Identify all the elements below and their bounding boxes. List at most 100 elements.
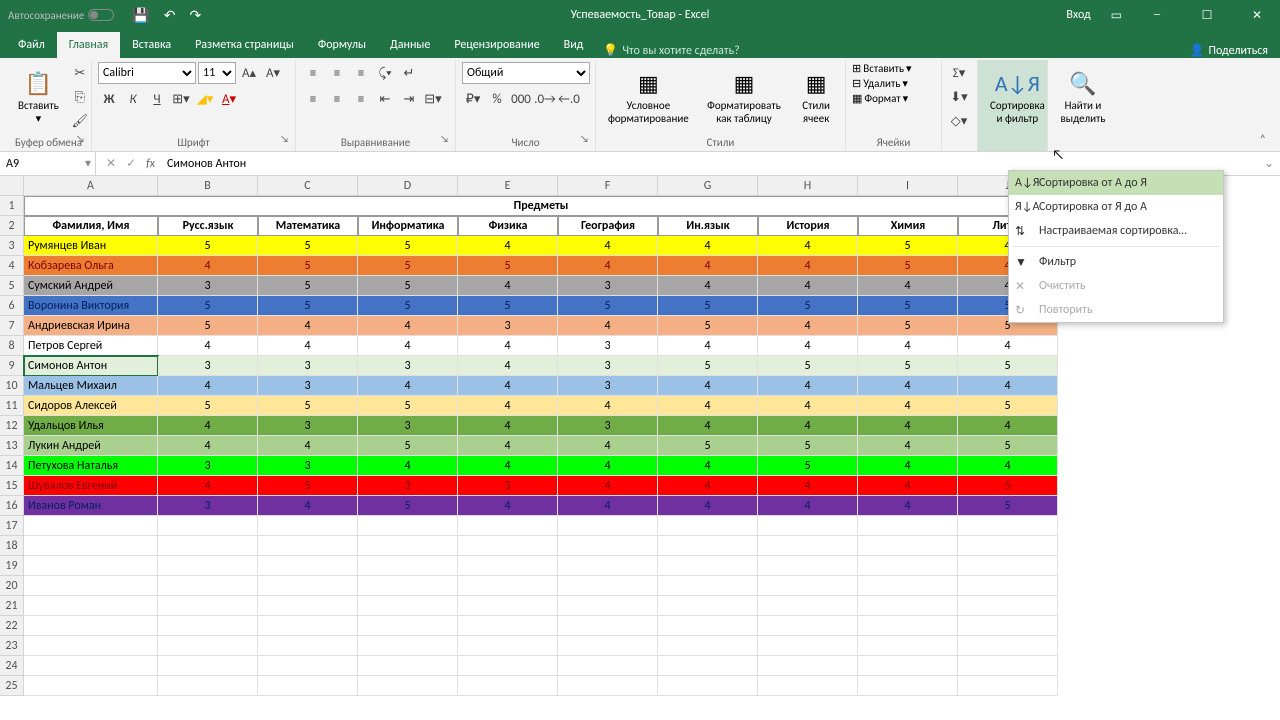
cell[interactable]: Кобзарева Ольга	[24, 256, 158, 276]
border-button[interactable]: ⊞▾	[170, 88, 192, 110]
row-header[interactable]: 3	[0, 236, 24, 256]
cell[interactable]: 4	[558, 316, 658, 336]
cell[interactable]	[458, 596, 558, 616]
cell[interactable]: 4	[258, 316, 358, 336]
redo-icon[interactable]: ↷	[190, 7, 202, 24]
cell[interactable]: 3	[358, 416, 458, 436]
cell[interactable]	[24, 656, 158, 676]
cell[interactable]: 5	[858, 256, 958, 276]
col-header[interactable]: H	[758, 176, 858, 196]
format-table-button[interactable]: ▦Форматировать как таблицу	[699, 62, 790, 134]
cell[interactable]: 5	[258, 236, 358, 256]
formula-expand-icon[interactable]: ⌄	[1258, 156, 1280, 171]
row-header[interactable]: 14	[0, 456, 24, 476]
cell[interactable]: 5	[958, 436, 1058, 456]
cell[interactable]: 4	[858, 396, 958, 416]
decrease-decimal-icon[interactable]: ←.0	[558, 88, 580, 110]
fx-icon[interactable]: fx	[146, 157, 161, 171]
cell[interactable]	[358, 596, 458, 616]
align-left-icon[interactable]: ≡	[302, 88, 324, 110]
col-header[interactable]: I	[858, 176, 958, 196]
cell[interactable]: 4	[158, 336, 258, 356]
currency-icon[interactable]: ₽▾	[462, 88, 484, 110]
cell[interactable]: Математика	[258, 216, 358, 236]
cell[interactable]: 5	[958, 476, 1058, 496]
cell[interactable]: 5	[158, 396, 258, 416]
row-header[interactable]: 5	[0, 276, 24, 296]
cell[interactable]	[958, 516, 1058, 536]
cell[interactable]	[158, 576, 258, 596]
merge-button[interactable]: ⊟▾	[422, 88, 444, 110]
cell[interactable]	[658, 656, 758, 676]
row-header[interactable]: 21	[0, 596, 24, 616]
italic-button[interactable]: К	[122, 88, 144, 110]
cell[interactable]	[758, 636, 858, 656]
cell[interactable]	[858, 636, 958, 656]
cell[interactable]: 5	[358, 296, 458, 316]
cell[interactable]: 4	[858, 276, 958, 296]
row-header[interactable]: 19	[0, 556, 24, 576]
percent-icon[interactable]: %	[486, 88, 508, 110]
cell[interactable]	[458, 536, 558, 556]
cell[interactable]	[24, 636, 158, 656]
cell[interactable]: География	[558, 216, 658, 236]
cell[interactable]: 4	[358, 336, 458, 356]
cell[interactable]: 4	[158, 436, 258, 456]
cell[interactable]: 4	[658, 476, 758, 496]
cell[interactable]: 4	[458, 456, 558, 476]
cell[interactable]: 5	[858, 296, 958, 316]
cell[interactable]: 4	[158, 416, 258, 436]
menu-custom-sort[interactable]: ⇅Настраиваемая сортировка…	[1009, 219, 1223, 243]
cell[interactable]: 3	[558, 276, 658, 296]
cell[interactable]: 3	[358, 356, 458, 376]
cell[interactable]	[858, 656, 958, 676]
font-launcher[interactable]: ↘	[280, 132, 289, 145]
cell[interactable]: 4	[758, 316, 858, 336]
cell[interactable]: 4	[358, 456, 458, 476]
cell[interactable]	[558, 656, 658, 676]
tab-file[interactable]: Файл	[6, 32, 57, 58]
alignment-launcher[interactable]: ↘	[440, 132, 449, 145]
cell[interactable]: 4	[658, 456, 758, 476]
wrap-text-icon[interactable]: ↵	[398, 62, 420, 84]
cell[interactable]	[158, 676, 258, 696]
cell[interactable]: Информатика	[358, 216, 458, 236]
maximize-button[interactable]: ☐	[1192, 8, 1222, 23]
name-box[interactable]: A9▾	[0, 152, 96, 175]
cell[interactable]: Ин.язык	[658, 216, 758, 236]
undo-icon[interactable]: ↶	[164, 7, 176, 24]
cell[interactable]: 4	[758, 396, 858, 416]
cell[interactable]: 5	[358, 396, 458, 416]
clear-icon[interactable]: ◇▾	[948, 110, 970, 132]
cell[interactable]: 4	[258, 496, 358, 516]
row-header[interactable]: 4	[0, 256, 24, 276]
cell[interactable]: 5	[358, 436, 458, 456]
cell[interactable]: 5	[358, 256, 458, 276]
align-center-icon[interactable]: ≡	[326, 88, 348, 110]
cell[interactable]: 3	[258, 456, 358, 476]
row-header[interactable]: 12	[0, 416, 24, 436]
cell[interactable]: 3	[158, 496, 258, 516]
minimize-button[interactable]: ─	[1142, 8, 1172, 22]
cell[interactable]: 5	[458, 256, 558, 276]
cell[interactable]	[758, 676, 858, 696]
cell[interactable]	[658, 616, 758, 636]
format-cells-button[interactable]: ▦ Формат ▾	[852, 92, 935, 105]
tab-review[interactable]: Рецензирование	[442, 32, 551, 58]
cell[interactable]: 4	[758, 336, 858, 356]
font-color-button[interactable]: A▾	[218, 88, 240, 110]
save-icon[interactable]: 💾	[132, 7, 149, 24]
cell[interactable]: Лукин Андрей	[24, 436, 158, 456]
cell[interactable]	[858, 556, 958, 576]
cell[interactable]: Шувалов Евгений	[24, 476, 158, 496]
cell[interactable]	[158, 516, 258, 536]
col-header[interactable]: B	[158, 176, 258, 196]
cell[interactable]: 3	[558, 416, 658, 436]
cell[interactable]: История	[758, 216, 858, 236]
cell[interactable]: Воронина Виктория	[24, 296, 158, 316]
cell[interactable]: 5	[158, 316, 258, 336]
delete-cells-button[interactable]: ⊟ Удалить ▾	[852, 77, 935, 90]
cell[interactable]: Предметы	[24, 196, 1058, 216]
cell[interactable]	[358, 576, 458, 596]
cell[interactable]: 3	[458, 476, 558, 496]
